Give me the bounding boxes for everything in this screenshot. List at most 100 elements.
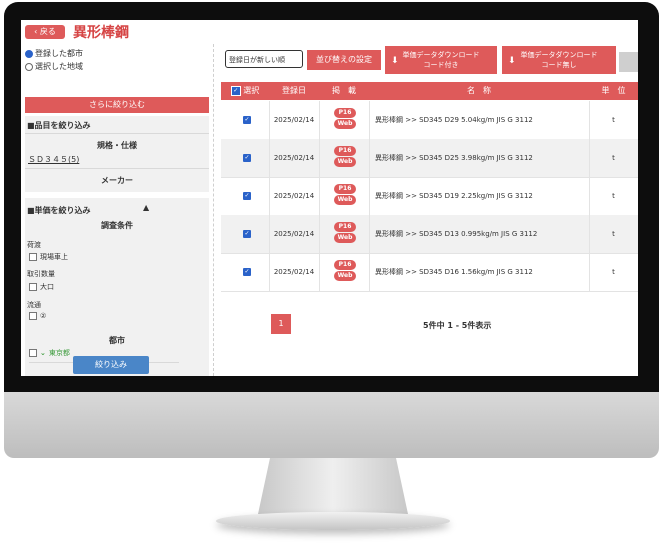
radio-dot xyxy=(25,62,33,71)
download-with-code-button[interactable]: ⬇ 単価データダウンロード コード付き xyxy=(385,46,497,74)
listing-badges: P16 Web xyxy=(331,221,359,244)
main-content: 登録日が新しい順 並び替えの設定 ⬇ 単価データダウンロード コード付き ⬇ 単… xyxy=(217,44,638,376)
table-header: ✓ 選択 登録日 掲 載 名 称 単 位 xyxy=(221,82,638,100)
back-button[interactable]: ‹ 戻る xyxy=(25,25,65,39)
cell-divider xyxy=(319,177,320,215)
row-date: 2025/02/14 xyxy=(273,230,315,238)
row-name: 異形棒鋼 >> SD345 D25 3.98kg/m JIS G 3112 xyxy=(375,154,533,162)
row-checkbox[interactable]: ✓ xyxy=(243,116,251,124)
page-badge[interactable]: P16 xyxy=(334,260,356,270)
city-checkbox[interactable]: ⌄ 東京都 xyxy=(29,348,70,358)
row-date: 2025/02/14 xyxy=(273,192,315,200)
apply-filter-button[interactable]: 絞り込み xyxy=(73,356,149,374)
vertical-separator xyxy=(213,44,215,376)
page-badge[interactable]: P16 xyxy=(334,108,356,118)
quantity-checkbox[interactable]: 大口 xyxy=(29,282,54,292)
result-count: 5件中 1 - 5件表示 xyxy=(423,321,492,330)
table-row[interactable]: ✓ 2025/02/14 P16 Web 異形棒鋼 >> SD345 D25 3… xyxy=(221,139,638,178)
delivery-checkbox[interactable]: 現場車上 xyxy=(29,252,68,262)
download-icon: ⬇ xyxy=(508,56,516,66)
distribution-checkbox[interactable]: ② xyxy=(29,312,46,320)
listing-badges: P16 Web xyxy=(331,145,359,168)
sidebar: 登録した都市 選択した地域 さらに絞り込む ■品目を絞り込み 規格・仕様 ＳＤ３… xyxy=(21,44,211,376)
checkbox xyxy=(29,349,37,357)
page-badge[interactable]: P16 xyxy=(334,146,356,156)
cell-divider xyxy=(369,253,370,291)
table-row[interactable]: ✓ 2025/02/14 P16 Web 異形棒鋼 >> SD345 D29 5… xyxy=(221,101,638,140)
city-label: 都市 xyxy=(109,336,125,345)
checkbox xyxy=(29,283,37,291)
cell-divider xyxy=(319,139,320,177)
check-icon[interactable]: ✓ xyxy=(230,85,241,96)
divider xyxy=(25,133,209,134)
listing-badges: P16 Web xyxy=(331,107,359,130)
row-name: 異形棒鋼 >> SD345 D19 2.25kg/m JIS G 3112 xyxy=(375,192,533,200)
screen: ‹ 戻る 異形棒鋼 登録した都市 選択した地域 さらに絞り込む ■品目を絞り込み… xyxy=(21,20,638,376)
checkbox xyxy=(29,253,37,261)
radio-selected-regions[interactable]: 選択した地域 xyxy=(25,61,83,72)
web-badge[interactable]: Web xyxy=(334,271,356,281)
narrow-down-button[interactable]: さらに絞り込む xyxy=(25,97,209,113)
cell-divider xyxy=(369,139,370,177)
cell-divider xyxy=(319,101,320,139)
row-checkbox[interactable]: ✓ xyxy=(243,230,251,238)
checkbox xyxy=(29,312,37,320)
row-name: 異形棒鋼 >> SD345 D13 0.995kg/m JIS G 3112 xyxy=(375,230,538,238)
price-filter-panel: ■単価を絞り込み ▲ 調査条件 荷渡 現場車上 取引数量 大口 流通 ② 都市 … xyxy=(25,198,209,376)
header-select[interactable]: ✓ 選択 xyxy=(221,82,269,100)
cell-divider xyxy=(319,215,320,253)
download-no-code-button[interactable]: ⬇ 単価データダウンロード コード無し xyxy=(502,46,616,74)
listing-badges: P16 Web xyxy=(331,259,359,282)
header-date: 登録日 xyxy=(282,86,306,95)
row-unit: t xyxy=(612,116,615,124)
header-listing: 掲 載 xyxy=(332,86,356,95)
chevron-down-icon[interactable]: ⌄ xyxy=(40,349,46,357)
radio-registered-cities[interactable]: 登録した都市 xyxy=(25,48,83,59)
chevron-up-icon[interactable]: ▲ xyxy=(143,203,149,212)
radio-dot xyxy=(25,49,33,58)
cell-divider xyxy=(369,177,370,215)
quantity-label: 取引数量 xyxy=(27,270,55,278)
header-name: 名 称 xyxy=(467,86,491,95)
sort-order-select[interactable]: 登録日が新しい順 xyxy=(225,50,303,68)
row-unit: t xyxy=(612,268,615,276)
table-row[interactable]: ✓ 2025/02/14 P16 Web 異形棒鋼 >> SD345 D13 0… xyxy=(221,215,638,254)
item-filter-panel: ■品目を絞り込み 規格・仕様 ＳＤ３４５(5) メーカー xyxy=(25,116,209,192)
page-badge[interactable]: P16 xyxy=(334,184,356,194)
row-unit: t xyxy=(612,192,615,200)
cell-divider xyxy=(319,253,320,291)
monitor-stand xyxy=(258,458,408,514)
pagination-page-1[interactable]: 1 xyxy=(271,314,291,334)
page-badge[interactable]: P16 xyxy=(334,222,356,232)
web-badge[interactable]: Web xyxy=(334,233,356,243)
row-unit: t xyxy=(612,230,615,238)
spec-label: 規格・仕様 xyxy=(97,141,137,150)
price-filter-title: ■単価を絞り込み xyxy=(27,206,91,215)
row-checkbox[interactable]: ✓ xyxy=(243,268,251,276)
row-date: 2025/02/14 xyxy=(273,154,315,162)
table-row[interactable]: ✓ 2025/02/14 P16 Web 異形棒鋼 >> SD345 D16 1… xyxy=(221,253,638,292)
table-row[interactable]: ✓ 2025/02/14 P16 Web 異形棒鋼 >> SD345 D19 2… xyxy=(221,177,638,216)
top-bar: ‹ 戻る 異形棒鋼 xyxy=(21,20,638,44)
maker-label[interactable]: メーカー xyxy=(25,175,209,186)
monitor-base xyxy=(216,512,450,530)
listing-badges: P16 Web xyxy=(331,183,359,206)
item-filter-title: ■品目を絞り込み xyxy=(27,121,91,130)
row-date: 2025/02/14 xyxy=(273,268,315,276)
divider xyxy=(25,168,209,169)
row-checkbox[interactable]: ✓ xyxy=(243,192,251,200)
more-button[interactable] xyxy=(619,52,638,72)
monitor-chin xyxy=(4,392,659,458)
sort-settings-button[interactable]: 並び替えの設定 xyxy=(307,50,381,70)
download-icon: ⬇ xyxy=(391,56,399,66)
web-badge[interactable]: Web xyxy=(334,119,356,129)
row-date: 2025/02/14 xyxy=(273,116,315,124)
header-unit: 単 位 xyxy=(601,86,626,95)
page-title: 異形棒鋼 xyxy=(73,25,129,41)
web-badge[interactable]: Web xyxy=(334,157,356,167)
web-badge[interactable]: Web xyxy=(334,195,356,205)
delivery-label: 荷渡 xyxy=(27,241,41,249)
row-checkbox[interactable]: ✓ xyxy=(243,154,251,162)
spec-link[interactable]: ＳＤ３４５(5) xyxy=(28,154,79,165)
row-name: 異形棒鋼 >> SD345 D29 5.04kg/m JIS G 3112 xyxy=(375,116,533,124)
